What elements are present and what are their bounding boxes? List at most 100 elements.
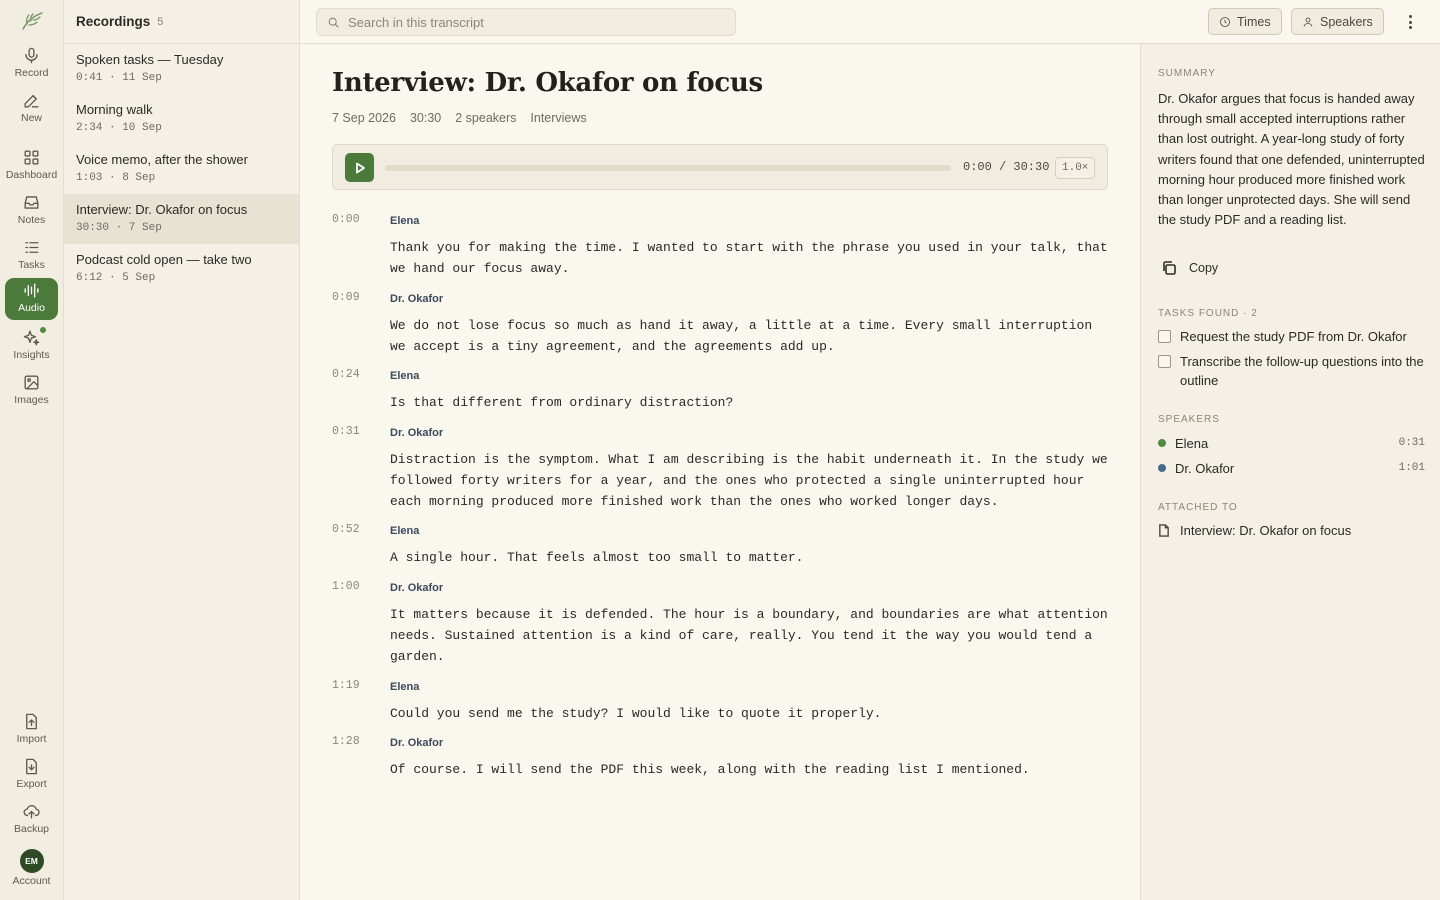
recordings-title: Recordings	[76, 14, 151, 29]
playback-speed-button[interactable]: 1.0×	[1055, 157, 1096, 179]
audio-player: 0:00 / 30:30 1.0×	[332, 144, 1108, 190]
segment-timestamp[interactable]: 1:28	[332, 735, 360, 748]
recording-meta: 2:34 · 10 Sep	[76, 122, 162, 134]
segment-timestamp[interactable]: 0:52	[332, 523, 360, 536]
speaker-row[interactable]: Elena 0:31	[1158, 434, 1425, 452]
rail-dashboard-label: Dashboard	[5, 169, 58, 181]
cloud-upload-icon	[23, 805, 40, 819]
rail-import[interactable]: Import	[5, 709, 58, 751]
segment-speaker: Dr. Okafor	[390, 737, 444, 749]
speaker-row[interactable]: Dr. Okafor 1:01	[1158, 459, 1425, 477]
segment-text: We do not lose focus so much as hand it …	[390, 318, 1093, 354]
transcript-main: Interview: Dr. Okafor on focus 7 Sep 202…	[300, 44, 1140, 900]
segment-timestamp[interactable]: 0:09	[332, 291, 360, 304]
task-text: Request the study PDF from Dr. Okafor	[1180, 329, 1407, 344]
play-button[interactable]	[345, 153, 374, 182]
rail-new[interactable]: New	[5, 88, 58, 130]
summary-heading: SUMMARY	[1158, 68, 1216, 79]
recording-date: 7 Sep 2026	[332, 111, 396, 125]
copy-label: Copy	[1189, 261, 1219, 275]
segment-timestamp[interactable]: 0:00	[332, 213, 360, 226]
recording-folder: Interviews	[530, 111, 587, 125]
microphone-icon	[25, 47, 38, 64]
rail-import-label: Import	[16, 733, 47, 745]
rail-export-label: Export	[16, 778, 47, 790]
segment-text: Distraction is the symptom. What I am de…	[390, 452, 1108, 509]
rail-backup[interactable]: Backup	[5, 799, 58, 841]
rail-new-label: New	[20, 112, 42, 124]
rail-dashboard[interactable]: Dashboard	[5, 145, 58, 187]
recording-item[interactable]: Spoken tasks — Tuesday 0:41 · 11 Sep	[64, 44, 299, 94]
insights-notification-dot	[39, 326, 47, 334]
speaker-color-dot	[1158, 439, 1166, 447]
segment-text: Is that different from ordinary distract…	[390, 395, 734, 410]
file-export-icon	[26, 758, 37, 775]
speakers-label: Speakers	[1320, 14, 1373, 29]
segment-speaker: Dr. Okafor	[390, 427, 444, 439]
transcript-search[interactable]	[316, 8, 736, 36]
rail-account[interactable]: EM Account	[5, 843, 58, 889]
times-toggle-button[interactable]: Times	[1208, 8, 1282, 35]
inbox-icon	[24, 196, 39, 209]
attached-note-title: Interview: Dr. Okafor on focus	[1180, 523, 1352, 538]
recording-meta: 30:30 · 7 Sep	[76, 222, 162, 234]
recording-title: Podcast cold open — take two	[76, 252, 252, 267]
more-options-icon[interactable]	[1402, 13, 1418, 31]
rail-backup-label: Backup	[13, 823, 50, 835]
rail-audio-label: Audio	[18, 302, 45, 314]
summary-text: Dr. Okafor argues that focus is handed a…	[1158, 91, 1425, 228]
segment-timestamp[interactable]: 1:19	[332, 679, 360, 692]
segment-text: Could you send me the study? I would lik…	[390, 706, 882, 721]
speakers-toggle-button[interactable]: Speakers	[1291, 8, 1384, 35]
leaf-logo-icon	[22, 12, 43, 30]
segment-timestamp[interactable]: 0:31	[332, 425, 360, 438]
pencil-icon	[24, 95, 39, 108]
recording-item[interactable]: Morning walk 2:34 · 10 Sep	[64, 94, 299, 144]
play-icon	[355, 162, 365, 173]
playback-scrubber[interactable]	[385, 165, 951, 171]
attached-note-link[interactable]: Interview: Dr. Okafor on focus	[1158, 523, 1351, 538]
recording-duration: 30:30	[409, 111, 442, 125]
rail-record[interactable]: Record	[5, 43, 58, 85]
recording-item[interactable]: Podcast cold open — take two 6:12 · 5 Se…	[64, 244, 299, 294]
copy-summary-button[interactable]: Copy	[1161, 260, 1218, 276]
segment-speaker: Elena	[390, 215, 420, 227]
rail-audio[interactable]: Audio	[5, 278, 58, 320]
page-title: Interview: Dr. Okafor on focus	[332, 68, 763, 98]
recording-title: Spoken tasks — Tuesday	[76, 52, 224, 67]
file-import-icon	[26, 713, 37, 730]
rail-export[interactable]: Export	[5, 754, 58, 796]
top-bar: Times Speakers	[300, 0, 1440, 44]
recordings-header: Recordings 5	[64, 0, 299, 44]
dashboard-grid-icon	[24, 150, 39, 165]
speakers-heading: SPEAKERS	[1158, 414, 1220, 425]
rail-images[interactable]: Images	[5, 370, 58, 412]
recording-title: Interview: Dr. Okafor on focus	[76, 202, 248, 217]
recording-item-selected[interactable]: Interview: Dr. Okafor on focus 30:30 · 7…	[64, 194, 299, 244]
segment-timestamp[interactable]: 0:24	[332, 368, 360, 381]
rail-notes[interactable]: Notes	[5, 190, 58, 232]
segment-text: It matters because it is defended. The h…	[390, 607, 1108, 664]
search-icon	[328, 17, 339, 28]
rail-tasks[interactable]: Tasks	[5, 235, 58, 277]
search-input[interactable]	[348, 14, 728, 30]
task-text: Transcribe the follow-up questions into …	[1180, 354, 1424, 388]
app-rail: Record New Dashboard Notes Tasks Audio I…	[0, 0, 64, 900]
rail-notes-label: Notes	[17, 214, 46, 226]
rail-account-label: Account	[12, 875, 51, 887]
rail-insights[interactable]: Insights	[5, 325, 58, 367]
task-checkbox[interactable]	[1158, 355, 1171, 368]
rail-insights-label: Insights	[13, 349, 50, 361]
task-list-icon	[25, 242, 39, 253]
rail-images-label: Images	[14, 394, 49, 406]
segment-timestamp[interactable]: 1:00	[332, 580, 360, 593]
recording-item[interactable]: Voice memo, after the shower 1:03 · 8 Se…	[64, 144, 299, 194]
account-avatar: EM	[19, 849, 44, 873]
attached-heading: ATTACHED TO	[1158, 502, 1238, 513]
speaker-time: 0:31	[1398, 437, 1425, 449]
segment-text: Thank you for making the time. I wanted …	[390, 240, 1108, 276]
copy-icon	[1163, 261, 1176, 275]
task-item[interactable]: Transcribe the follow-up questions into …	[1158, 352, 1426, 390]
task-item[interactable]: Request the study PDF from Dr. Okafor	[1158, 327, 1426, 346]
task-checkbox[interactable]	[1158, 330, 1171, 343]
